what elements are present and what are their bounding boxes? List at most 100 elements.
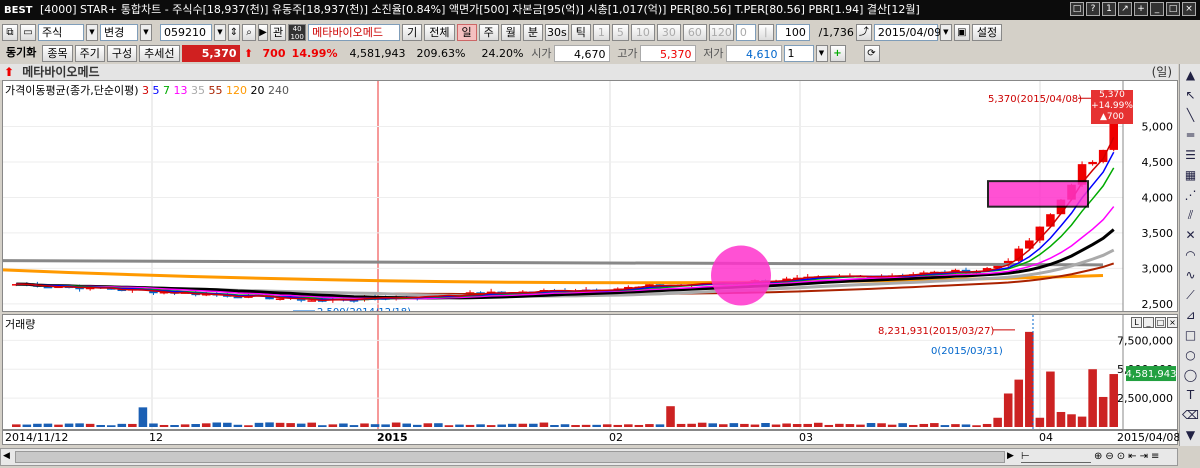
num-1-button[interactable]: 1 (592, 23, 610, 41)
ratio-icon[interactable]: 40 100 (288, 23, 307, 41)
pane-max-icon[interactable]: □ (1155, 317, 1166, 328)
price-pane[interactable]: 5,000 4,500 4,000 3,500 3,000 2,500 5,370(2015… (2, 80, 1178, 318)
text-tool-icon[interactable]: T (1182, 386, 1199, 404)
count-input[interactable]: 100 (775, 23, 810, 41)
gann-tool-icon[interactable]: ⊿ (1182, 306, 1199, 324)
grid-tool-icon[interactable]: ▦ (1182, 166, 1199, 184)
line-tool-icon[interactable]: ╲ (1182, 106, 1199, 124)
scroll-right-icon[interactable]: ▶ (1007, 451, 1014, 461)
spin-icon[interactable]: ⇕ (228, 23, 240, 41)
zoom-icon[interactable]: ↗ (1118, 2, 1132, 16)
erase-tool-icon[interactable]: ⌫ (1182, 406, 1199, 424)
pane-min-icon[interactable]: _ (1143, 317, 1154, 328)
hline-tool-icon[interactable]: ═ (1182, 126, 1199, 144)
num-120-button[interactable]: 120 (708, 23, 734, 41)
settings-button[interactable]: 설정 (971, 23, 1003, 41)
num-30-button[interactable]: 30 (656, 23, 681, 41)
circle-tool-icon[interactable]: ○ (1182, 346, 1199, 364)
scroll-down-icon[interactable]: ▼ (1182, 426, 1199, 444)
overlay-select[interactable]: 1 (783, 44, 814, 62)
pane-close-icon[interactable]: × (1167, 317, 1178, 328)
all-button[interactable]: 전체 (424, 23, 455, 41)
zoom-out-icon[interactable]: ⊖ (1105, 451, 1113, 463)
close-icon[interactable]: × (1182, 2, 1196, 16)
volume-bar (655, 424, 665, 427)
mode-select[interactable]: 변경 (100, 23, 138, 41)
mode-dropdown-icon[interactable]: ▼ (140, 23, 152, 41)
code-dropdown-icon[interactable]: ▼ (214, 23, 226, 41)
add-icon[interactable]: + (829, 44, 846, 62)
pin-icon[interactable]: + (1134, 2, 1148, 16)
scroll-left-icon[interactable]: ◀ (3, 451, 10, 461)
price-chart-svg[interactable]: 5,000 4,500 4,000 3,500 3,000 2,500 5,370(2015… (2, 81, 1177, 318)
stock-code-input[interactable]: 059210 (160, 23, 212, 41)
channel-tool-icon[interactable]: ⫽ (1182, 206, 1199, 224)
restore-icon[interactable]: □ (1070, 2, 1084, 16)
volume-chart-svg[interactable]: 7,500,0005,000,0002,500,0008,231,931(201… (3, 315, 1177, 429)
market-select[interactable]: 주식 (38, 23, 84, 41)
fan-tool-icon[interactable]: ⋰ (1182, 186, 1199, 204)
sync-button[interactable]: 동기화 (2, 45, 40, 62)
ellipse-tool-icon[interactable]: ◯ (1182, 366, 1199, 384)
minimize-icon[interactable]: _ (1150, 2, 1164, 16)
num-60-button[interactable]: 60 (682, 23, 707, 41)
refresh-icon[interactable]: ⟳ (863, 44, 880, 62)
market-dropdown-icon[interactable]: ▼ (86, 23, 98, 41)
slider-icon[interactable]: | (757, 23, 774, 41)
num-10-button[interactable]: 10 (630, 23, 655, 41)
volume-pane[interactable]: 7,500,0005,000,0002,500,0008,231,931(201… (2, 314, 1178, 430)
zoom-fit-icon[interactable]: ⊙ (1117, 451, 1125, 463)
period-tick-button[interactable]: 틱 (570, 23, 591, 41)
scroll-up-icon[interactable]: ▲ (1182, 66, 1199, 84)
chart-menu-icon[interactable]: ≡ (1151, 451, 1159, 463)
volume-bar (676, 423, 686, 427)
volume-bar (719, 424, 728, 427)
play-icon[interactable]: ▶ (258, 23, 268, 41)
overlay-dropdown-icon[interactable]: ▼ (815, 44, 828, 62)
volume-bar (803, 423, 812, 427)
item-button[interactable]: 종목 (42, 44, 73, 62)
rect-tool-icon[interactable]: □ (1182, 326, 1199, 344)
volume-bar (740, 423, 749, 427)
zoom-controls: ⊢ ⊕ ⊖ ⊙ ⇤ ⇥ ≡ (1021, 451, 1159, 463)
chart-end-icon[interactable]: ⇥ (1140, 451, 1148, 463)
screen-icon[interactable]: ▭ (20, 23, 36, 41)
period-minute-button[interactable]: 분 (522, 23, 543, 41)
wave-tool-icon[interactable]: ∿ (1182, 266, 1199, 284)
period-30s-button[interactable]: 30s (545, 23, 569, 41)
dock-icon[interactable]: ⧉ (2, 23, 18, 41)
num-5-button[interactable]: 5 (611, 23, 629, 41)
fib-tool-icon[interactable]: ☰ (1182, 146, 1199, 164)
date-input[interactable]: 2015/04/09 (873, 23, 941, 41)
stock-name-field[interactable]: 메타바이오메드 (308, 23, 401, 41)
chart-type-icon[interactable]: ⤴ (855, 23, 872, 41)
zero-input[interactable]: 0 (735, 23, 756, 41)
related-button[interactable]: 관 (270, 23, 287, 41)
tile-icon[interactable]: 1 (1102, 2, 1116, 16)
trend-tool-icon[interactable]: ⟋ (1182, 286, 1199, 304)
trendline-button[interactable]: 추세선 (139, 44, 180, 62)
compose-button[interactable]: 구성 (106, 44, 138, 62)
date-dropdown-icon[interactable]: ▼ (939, 23, 952, 41)
horizontal-scrollbar[interactable]: ◀ ▶ ⊢ ⊕ ⊖ ⊙ ⇤ ⇥ ≡ (0, 448, 1178, 466)
search-icon[interactable]: ⌕ (242, 23, 256, 41)
volume-bar (539, 422, 549, 427)
pane-lock-icon[interactable]: L (1131, 317, 1142, 328)
maximize-icon[interactable]: □ (1166, 2, 1180, 16)
cycle-button[interactable]: 주기 (74, 44, 105, 62)
save-icon[interactable]: ▣ (953, 23, 970, 41)
period-week-button[interactable]: 주 (478, 23, 499, 41)
scroll-thumb[interactable] (15, 451, 1005, 463)
zoom-slider-icon[interactable]: ⊢ (1021, 451, 1091, 463)
volume-bar (1003, 393, 1013, 427)
period-month-button[interactable]: 월 (500, 23, 521, 41)
period-day-button[interactable]: 일 (456, 23, 477, 41)
help-icon[interactable]: ? (1086, 2, 1100, 16)
chart-reset-icon[interactable]: ⇤ (1128, 451, 1136, 463)
arc-tool-icon[interactable]: ◠ (1182, 246, 1199, 264)
volume-bar (33, 423, 42, 427)
cursor-icon[interactable]: ↖ (1182, 86, 1199, 104)
cross-tool-icon[interactable]: ✕ (1182, 226, 1199, 244)
k-button[interactable]: 기 (402, 23, 423, 41)
zoom-in-icon[interactable]: ⊕ (1094, 451, 1102, 463)
